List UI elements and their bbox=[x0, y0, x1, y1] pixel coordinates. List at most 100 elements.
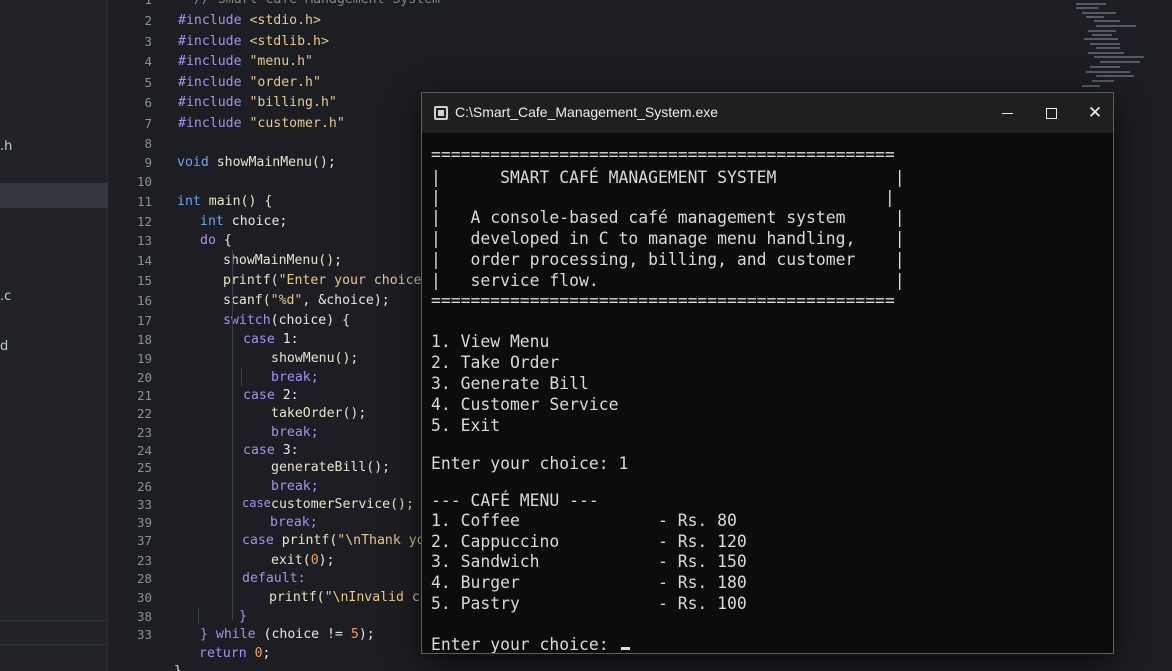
line-number: 18 bbox=[136, 332, 152, 347]
close-button[interactable]: ✕ bbox=[1073, 93, 1113, 133]
line-number: 14 bbox=[136, 253, 152, 268]
line-number: 20 bbox=[136, 370, 152, 385]
code-line: int choice; bbox=[200, 214, 288, 229]
minimap-line bbox=[1082, 85, 1100, 87]
line-number: 11 bbox=[136, 194, 152, 209]
line-number: 25 bbox=[136, 460, 152, 475]
line-number: 1 bbox=[112, 0, 152, 10]
line-number: 30 bbox=[136, 590, 152, 605]
code-line: return 0; bbox=[199, 646, 271, 661]
line-number: 9 bbox=[144, 155, 152, 170]
cafe-menu-header: --- CAFÉ MENU --- bbox=[431, 491, 599, 510]
code-line: #include "order.h" bbox=[178, 75, 321, 90]
file-explorer-sidebar: .h .c d bbox=[0, 0, 108, 671]
selected-file-row[interactable] bbox=[0, 183, 108, 208]
choice-prompt: Enter your choice: 1 bbox=[431, 454, 629, 473]
line-number: 17 bbox=[136, 313, 152, 328]
line-number: 37 bbox=[136, 533, 152, 548]
line-number: 23 bbox=[136, 553, 152, 568]
code-line: } while (choice != 5); bbox=[200, 627, 375, 642]
minimap-line bbox=[1076, 3, 1106, 5]
line-number: 12 bbox=[136, 214, 152, 229]
code-line: scanf("%d", &choice); bbox=[223, 293, 390, 308]
line-number: 16 bbox=[136, 293, 152, 308]
minimap-line bbox=[1086, 71, 1130, 73]
code-line: exit(0); bbox=[271, 553, 335, 568]
code-line: break; bbox=[270, 515, 318, 530]
line-number: 7 bbox=[144, 116, 152, 131]
sidebar-item-h-file[interactable]: .h bbox=[0, 139, 12, 154]
menu-option: 4. Customer Service bbox=[431, 395, 619, 414]
banner-line: | service flow. | bbox=[431, 271, 905, 290]
code-line: #include <stdio.h> bbox=[178, 13, 321, 28]
console-app-icon bbox=[434, 106, 448, 120]
cafe-menu-item: 2. Cappuccino - Rs. 120 bbox=[431, 532, 747, 551]
minimap-line bbox=[1084, 38, 1118, 40]
minimap-line bbox=[1092, 80, 1114, 82]
code-line: #include "menu.h" bbox=[178, 54, 314, 69]
maximize-button[interactable] bbox=[1029, 93, 1073, 133]
indent-guide bbox=[241, 368, 242, 386]
line-number: 3 bbox=[144, 34, 152, 49]
minimap-line bbox=[1100, 61, 1140, 63]
window-title: C:\Smart_Cafe_Management_System.exe bbox=[455, 104, 719, 120]
code-line: #include "billing.h" bbox=[178, 95, 337, 110]
line-number: 13 bbox=[136, 233, 152, 248]
code-line: #include <stdlib.h> bbox=[178, 34, 329, 49]
code-line: showMenu(); bbox=[271, 351, 359, 366]
banner-line: | | bbox=[431, 188, 895, 207]
line-number: 4 bbox=[144, 54, 152, 69]
maximize-icon bbox=[1045, 108, 1057, 119]
banner-rule: ========================================… bbox=[431, 145, 895, 164]
line-number: 33 bbox=[136, 497, 152, 512]
minimap-line bbox=[1094, 20, 1120, 22]
code-line: } bbox=[239, 609, 247, 624]
code-line: void showMainMenu(); bbox=[177, 155, 336, 170]
minimap-line bbox=[1090, 43, 1120, 45]
line-number: 21 bbox=[136, 388, 152, 403]
minimap-line bbox=[1076, 7, 1098, 9]
minimap-line bbox=[1094, 56, 1144, 58]
minimap-line bbox=[1096, 47, 1120, 49]
cafe-menu-item: 1. Coffee - Rs. 80 bbox=[431, 511, 737, 530]
code-line: case 1: bbox=[243, 332, 299, 347]
line-number: 19 bbox=[136, 351, 152, 366]
line-number-gutter: 1234567891011121314151617181920212223242… bbox=[108, 0, 166, 671]
minimap-line bbox=[1082, 12, 1116, 14]
code-line: default: bbox=[242, 571, 306, 586]
code-line: break; bbox=[271, 479, 319, 494]
window-titlebar[interactable]: C:\Smart_Cafe_Management_System.exe ✕ bbox=[422, 93, 1113, 133]
sidebar-item-d[interactable]: d bbox=[0, 339, 8, 354]
line-number: 26 bbox=[136, 479, 152, 494]
minimap-line bbox=[1096, 25, 1136, 27]
code-line: do { bbox=[200, 233, 232, 248]
code-line: showMainMenu(); bbox=[223, 253, 343, 268]
choice-prompt: Enter your choice: bbox=[431, 635, 619, 654]
code-line: case 2: bbox=[243, 388, 299, 403]
code-line: generateBill(); bbox=[271, 460, 391, 475]
console-window[interactable]: C:\Smart_Cafe_Management_System.exe ✕ ==… bbox=[421, 92, 1114, 654]
line-number: 2 bbox=[144, 13, 152, 28]
cafe-menu-item: 3. Sandwich - Rs. 150 bbox=[431, 552, 747, 571]
minimize-button[interactable] bbox=[985, 93, 1029, 133]
banner-line: | developed in C to manage menu handling… bbox=[431, 229, 905, 248]
sidebar-item-c-file[interactable]: .c bbox=[0, 289, 11, 304]
line-number: 39 bbox=[136, 515, 152, 530]
minimap-line bbox=[1088, 30, 1116, 32]
minimize-icon bbox=[1001, 113, 1013, 114]
code-line: takeOrder(); bbox=[271, 406, 367, 421]
line-number: 22 bbox=[136, 406, 152, 421]
minimap-line bbox=[1092, 34, 1112, 36]
code-line: break; bbox=[271, 370, 319, 385]
line-number: 6 bbox=[144, 95, 152, 110]
code-line: #include "customer.h" bbox=[178, 116, 345, 131]
minimap[interactable] bbox=[1066, 0, 1172, 90]
minimap-line bbox=[1096, 75, 1134, 77]
console-output[interactable]: ========================================… bbox=[422, 133, 1113, 653]
input-line[interactable]: Enter your choice: bbox=[431, 635, 630, 654]
line-number: 10 bbox=[136, 174, 152, 189]
menu-option: 2. Take Order bbox=[431, 353, 560, 372]
minimap-line bbox=[1088, 52, 1124, 54]
banner-title: | SMART CAFÉ MANAGEMENT SYSTEM | bbox=[431, 168, 905, 187]
cafe-menu-item: 4. Burger - Rs. 180 bbox=[431, 573, 747, 592]
